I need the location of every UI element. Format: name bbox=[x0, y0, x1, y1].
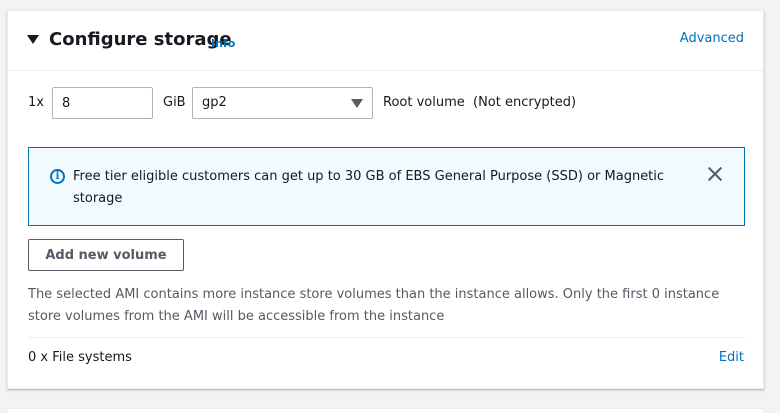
instance-store-note: The selected AMI contains more instance … bbox=[28, 287, 720, 324]
volume-count-label: 1x bbox=[28, 95, 44, 110]
volume-description: Root volume (Not encrypted) bbox=[383, 95, 577, 110]
info-link[interactable]: Info bbox=[211, 37, 235, 50]
edit-file-systems-link[interactable]: Edit bbox=[719, 350, 744, 365]
panel-title[interactable]: Configure storage bbox=[49, 29, 232, 50]
collapse-caret-icon[interactable] bbox=[27, 35, 39, 44]
configure-storage-panel: Configure storage Info Advanced 1x GiB g… bbox=[7, 10, 764, 389]
volume-unit-label: GiB bbox=[163, 95, 186, 110]
volume-type-value: gp2 bbox=[202, 95, 227, 110]
next-panel-edge bbox=[7, 408, 764, 413]
volume-type-select[interactable]: gp2 bbox=[192, 87, 373, 119]
dropdown-caret-icon bbox=[351, 99, 363, 108]
alert-text: Free tier eligible customers can get up … bbox=[73, 169, 665, 206]
divider bbox=[28, 337, 745, 338]
file-systems-label: 0 x File systems bbox=[28, 350, 132, 365]
advanced-link[interactable]: Advanced bbox=[680, 31, 744, 46]
panel-header: Configure storage Info Advanced bbox=[8, 11, 763, 71]
add-new-volume-button[interactable]: Add new volume bbox=[28, 239, 184, 271]
close-icon[interactable] bbox=[706, 165, 724, 183]
volume-size-input[interactable] bbox=[52, 87, 153, 119]
info-circle-icon: i bbox=[50, 169, 65, 184]
free-tier-alert: i Free tier eligible customers can get u… bbox=[28, 147, 745, 226]
